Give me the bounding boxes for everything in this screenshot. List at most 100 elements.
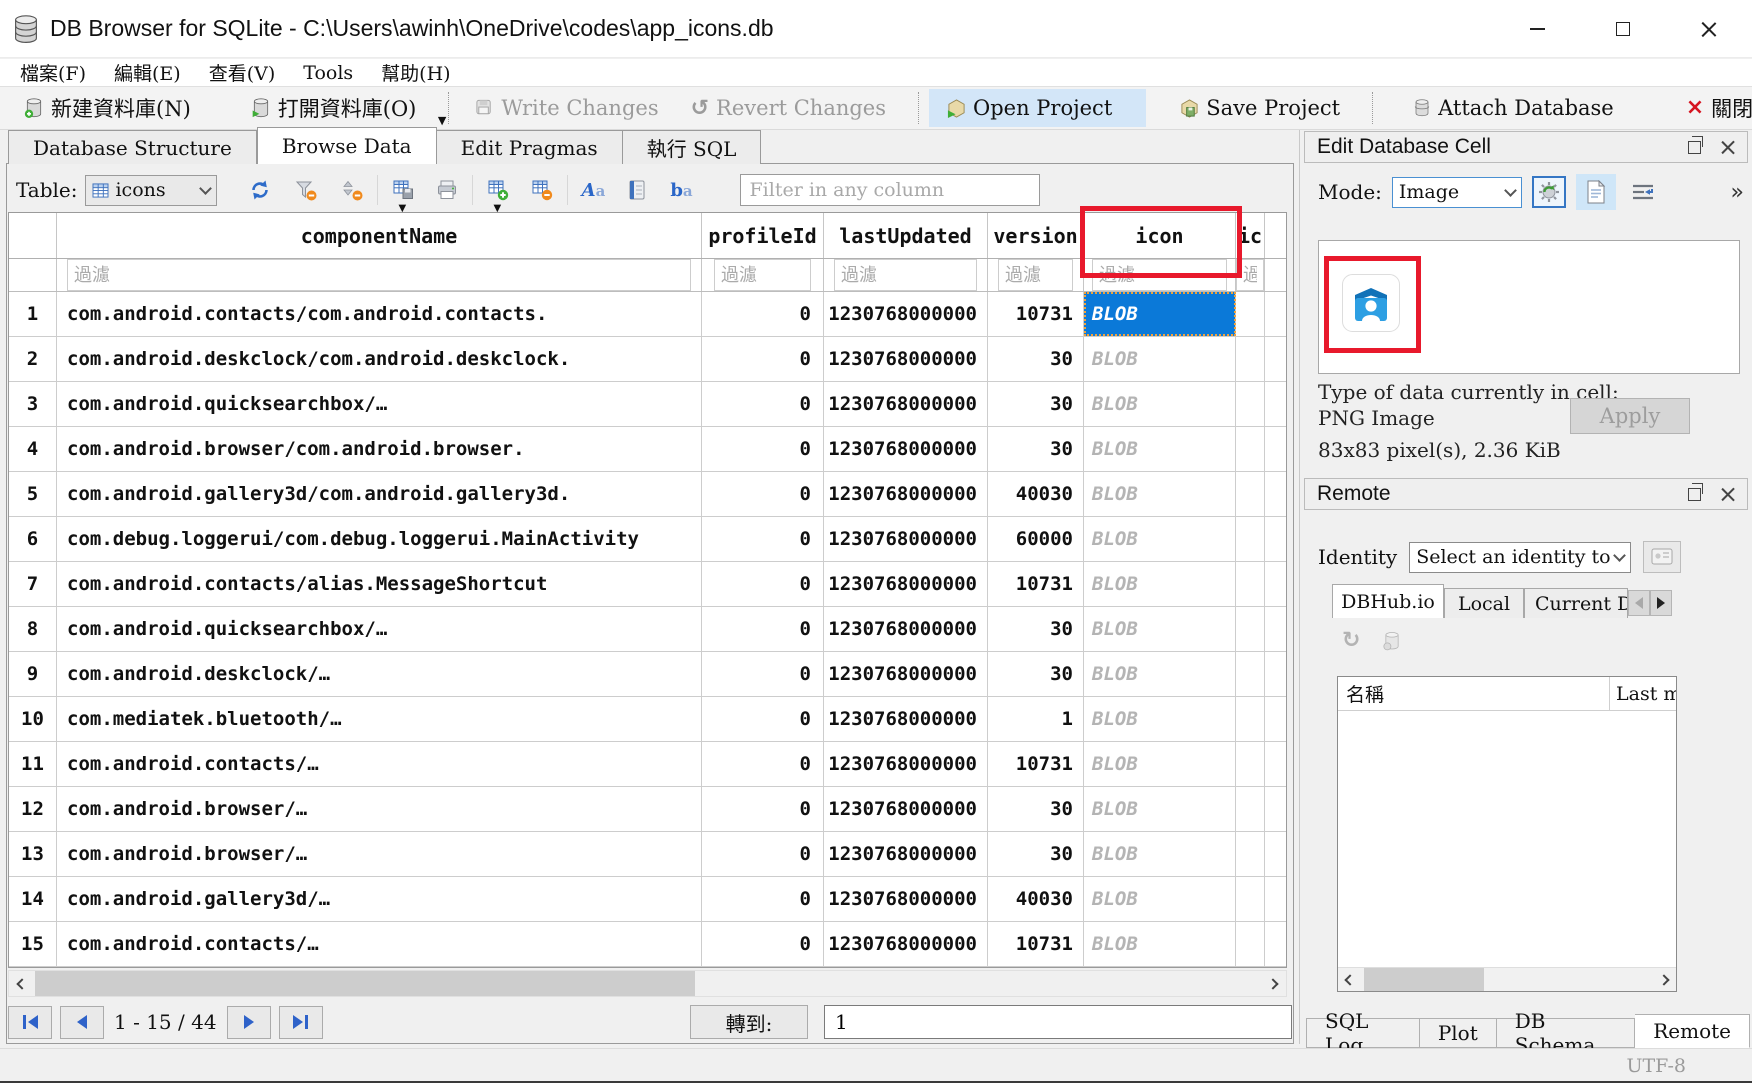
cell-clipped[interactable] xyxy=(1236,472,1265,516)
print-button[interactable] xyxy=(430,174,464,206)
header-lastUpdated[interactable]: lastUpdated xyxy=(824,213,988,258)
clear-filters-button[interactable] xyxy=(289,174,323,206)
row-number[interactable]: 15 xyxy=(9,922,57,966)
row-number[interactable]: 11 xyxy=(9,742,57,786)
cell-profileId[interactable]: 0 xyxy=(702,832,824,876)
remote-list-scrollbar[interactable] xyxy=(1338,967,1676,991)
cell-icon[interactable]: BLOB xyxy=(1084,292,1236,336)
cell-clipped[interactable] xyxy=(1236,877,1265,921)
cell-lastUpdated[interactable]: 1230768000000 xyxy=(824,292,988,336)
goto-page-input[interactable] xyxy=(824,1005,1292,1039)
insert-record-button[interactable]: ▼ xyxy=(481,174,515,206)
cell-icon[interactable]: BLOB xyxy=(1084,472,1236,516)
tab-db-schema[interactable]: DB Schema xyxy=(1497,1018,1635,1048)
cell-profileId[interactable]: 0 xyxy=(702,292,824,336)
auto-switch-mode-button[interactable] xyxy=(1532,176,1566,208)
cell-clipped[interactable] xyxy=(1236,427,1265,471)
menu-tools[interactable]: Tools xyxy=(289,62,367,84)
minimize-button[interactable] xyxy=(1494,0,1580,57)
cell-icon[interactable]: BLOB xyxy=(1084,337,1236,381)
cell-lastUpdated[interactable]: 1230768000000 xyxy=(824,607,988,651)
close-button[interactable] xyxy=(1666,0,1752,57)
tab-current-database[interactable]: Current Dat xyxy=(1524,588,1628,618)
print-cell-button[interactable] xyxy=(1576,174,1616,210)
cell-clipped[interactable] xyxy=(1236,562,1265,606)
header-corner[interactable] xyxy=(9,213,57,258)
cell-icon[interactable]: BLOB xyxy=(1084,652,1236,696)
remote-list-header-name[interactable]: 名稱 xyxy=(1338,677,1610,710)
cell-profileId[interactable]: 0 xyxy=(702,562,824,606)
row-number[interactable]: 7 xyxy=(9,562,57,606)
cell-icon[interactable]: BLOB xyxy=(1084,922,1236,966)
scroll-right-button[interactable] xyxy=(1652,968,1676,991)
cell-profileId[interactable]: 0 xyxy=(702,787,824,831)
row-number[interactable]: 9 xyxy=(9,652,57,696)
delete-record-button[interactable] xyxy=(525,174,559,206)
cell-clipped[interactable] xyxy=(1236,787,1265,831)
cell-version[interactable]: 10731 xyxy=(988,742,1084,786)
identity-select[interactable]: Select an identity to conne xyxy=(1409,542,1631,573)
more-tools-icon[interactable]: » xyxy=(1731,180,1742,205)
row-number[interactable]: 14 xyxy=(9,877,57,921)
open-project-button[interactable]: Open Project xyxy=(929,89,1146,127)
cell-version[interactable]: 30 xyxy=(988,832,1084,876)
encoding-button[interactable]: ba xyxy=(664,174,698,206)
undock-panel-button[interactable] xyxy=(1688,488,1701,501)
apply-button[interactable]: Apply xyxy=(1570,398,1690,434)
row-number[interactable]: 4 xyxy=(9,427,57,471)
tab-dbhub[interactable]: DBHub.io xyxy=(1332,584,1444,618)
menu-view[interactable]: 查看(V) xyxy=(195,59,290,86)
cell-version[interactable]: 30 xyxy=(988,382,1084,426)
column-filter-input[interactable] xyxy=(834,259,977,291)
column-filter-input[interactable] xyxy=(714,259,811,291)
panel-splitter[interactable] xyxy=(1299,130,1300,1044)
cell-icon[interactable]: BLOB xyxy=(1084,697,1236,741)
clone-database-icon[interactable] xyxy=(1382,631,1402,651)
header-version[interactable]: version xyxy=(988,213,1084,258)
close-database-button[interactable]: × 關閉資料庫(C) xyxy=(1670,89,1752,127)
row-number[interactable]: 3 xyxy=(9,382,57,426)
remote-list-header-modified[interactable]: Last mo xyxy=(1610,677,1676,710)
scroll-left-button[interactable] xyxy=(9,971,35,996)
tab-database-structure[interactable]: Database Structure xyxy=(8,130,257,164)
cell-version[interactable]: 10731 xyxy=(988,292,1084,336)
header-componentName[interactable]: componentName xyxy=(57,213,702,258)
cell-componentName[interactable]: com.android.deskclock/… xyxy=(57,652,702,696)
cell-version[interactable]: 1 xyxy=(988,697,1084,741)
revert-changes-button[interactable]: ↺ Revert Changes xyxy=(675,89,902,127)
cell-lastUpdated[interactable]: 1230768000000 xyxy=(824,652,988,696)
tab-plot[interactable]: Plot xyxy=(1420,1018,1497,1048)
cell-lastUpdated[interactable]: 1230768000000 xyxy=(824,337,988,381)
write-changes-button[interactable]: Write Changes xyxy=(459,89,674,127)
clear-sort-button[interactable] xyxy=(335,174,369,206)
mode-select[interactable]: Image xyxy=(1392,177,1522,208)
tab-local[interactable]: Local xyxy=(1444,588,1524,618)
cell-componentName[interactable]: com.android.browser/… xyxy=(57,787,702,831)
insert-record-dropdown-icon[interactable]: ▼ xyxy=(493,203,501,214)
row-number[interactable]: 12 xyxy=(9,787,57,831)
cell-clipped[interactable] xyxy=(1236,517,1265,561)
tab-scroll-left-button[interactable] xyxy=(1628,590,1650,616)
cell-icon[interactable]: BLOB xyxy=(1084,562,1236,606)
cell-profileId[interactable]: 0 xyxy=(702,337,824,381)
open-database-dropdown-icon[interactable]: ▼ xyxy=(438,114,446,127)
cell-version[interactable]: 30 xyxy=(988,427,1084,471)
row-number[interactable]: 8 xyxy=(9,607,57,651)
attach-database-button[interactable]: Attach Database xyxy=(1397,89,1630,127)
cell-icon[interactable]: BLOB xyxy=(1084,832,1236,876)
cell-version[interactable]: 30 xyxy=(988,337,1084,381)
cell-icon[interactable]: BLOB xyxy=(1084,742,1236,786)
cell-componentName[interactable]: com.android.browser/com.android.browser. xyxy=(57,427,702,471)
cell-icon[interactable]: BLOB xyxy=(1084,427,1236,471)
save-project-button[interactable]: Save Project xyxy=(1164,89,1356,127)
cell-componentName[interactable]: com.android.contacts/com.android.contact… xyxy=(57,292,702,336)
scroll-right-button[interactable] xyxy=(1260,971,1286,996)
first-page-button[interactable] xyxy=(8,1006,52,1039)
horizontal-scroll-thumb[interactable] xyxy=(35,971,695,996)
cell-version[interactable]: 30 xyxy=(988,787,1084,831)
cell-clipped[interactable] xyxy=(1236,607,1265,651)
goto-button[interactable]: 轉到: xyxy=(690,1005,808,1039)
row-number[interactable]: 2 xyxy=(9,337,57,381)
cell-version[interactable]: 30 xyxy=(988,652,1084,696)
cell-clipped[interactable] xyxy=(1236,337,1265,381)
